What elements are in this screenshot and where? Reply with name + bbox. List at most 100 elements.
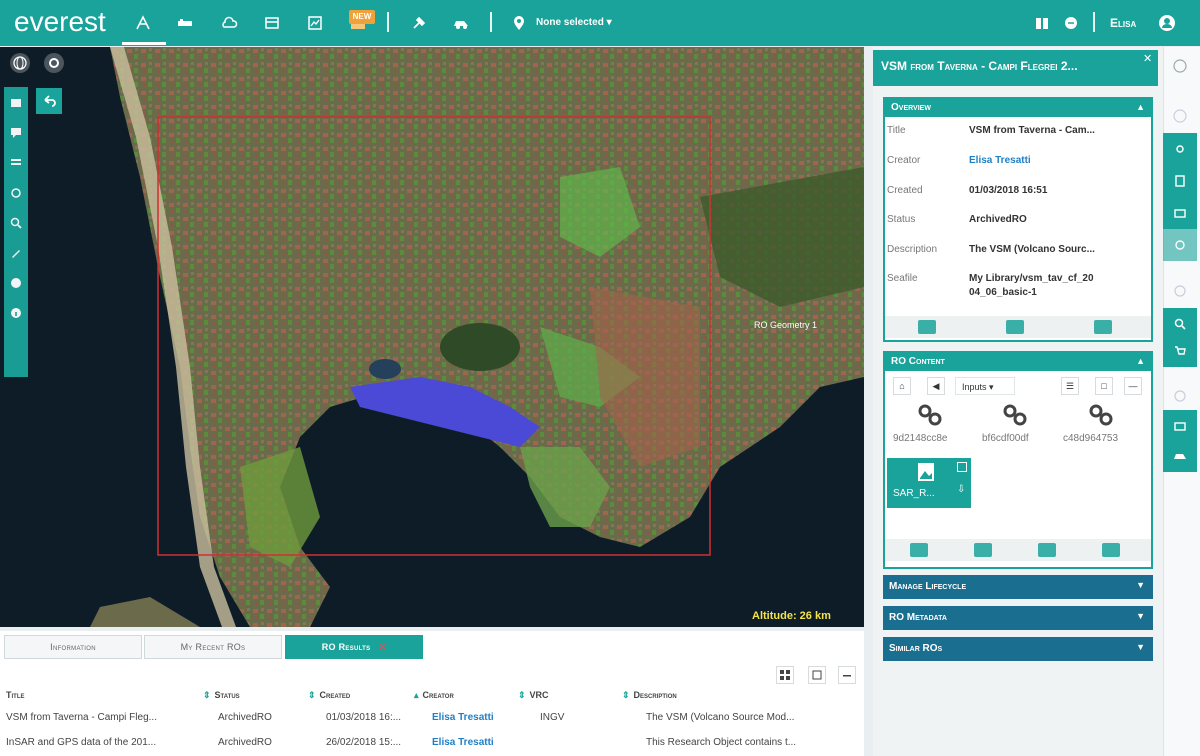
overview-description-value: The VSM (Volcano Sourc... [969,244,1095,255]
undo-icon[interactable] [36,88,62,114]
col-header-title[interactable]: Title [6,690,25,700]
rail-cart-icon[interactable] [1163,335,1197,367]
user-avatar-icon[interactable] [1156,12,1178,34]
zoom-icon[interactable] [8,215,24,231]
minimize-icon[interactable] [838,666,856,684]
copy-icon[interactable] [1006,320,1024,334]
download-icon[interactable]: ⇩ [957,484,965,495]
tab-my-recent-ros[interactable]: My Recent ROs [144,635,282,659]
cell-vrc: INGV [540,712,565,723]
edit-icon[interactable] [974,543,992,557]
rail-vehicle-icon[interactable] [1163,440,1197,472]
comment-icon[interactable] [8,125,24,141]
location-pin-icon[interactable] [508,12,530,34]
select-checkbox[interactable] [957,462,967,472]
close-panel-icon[interactable]: ✕ [1143,52,1152,65]
pencil-icon[interactable] [8,245,24,261]
new-badge: NEW [349,10,375,24]
overview-label: Status [887,214,916,225]
close-tab-icon[interactable]: ✕ [378,642,386,652]
rail-help-icon[interactable] [1163,100,1197,132]
layers-icon[interactable] [8,95,24,111]
link-icon[interactable] [915,402,945,428]
cell-creator[interactable]: Elisa Tresatti [432,712,494,723]
rail-globe-icon[interactable] [1163,50,1197,82]
rail-settings-icon[interactable] [1163,275,1197,307]
tools-icon[interactable] [408,12,430,34]
globe-icon[interactable] [10,53,30,73]
back-icon[interactable]: ◀ [927,377,945,395]
resource-id[interactable]: 9d2148cc8e [893,433,948,444]
sar-resource-label: SAR_R... [893,488,935,499]
list-view-icon[interactable]: ☰ [1061,377,1079,395]
rail-view-icon[interactable] [1163,133,1197,165]
tab-information[interactable]: Information [4,635,142,659]
maximize-icon[interactable]: □ [1095,377,1113,395]
everest-logo[interactable]: everest [14,6,106,38]
map-view[interactable]: RO Geometry 1 Altitude: 26 km [0,47,864,627]
user-name[interactable]: Elisa [1110,16,1136,30]
overview-label: Description [887,244,938,255]
maximize-icon[interactable] [808,666,826,684]
col-header-vrc[interactable]: ⇕ VRC [518,690,549,701]
cell-creator[interactable]: Elisa Tresatti [432,737,494,748]
minimize-icon[interactable]: — [1124,377,1142,395]
active-nav-indicator [122,42,166,45]
ro-content-header[interactable]: RO Content ▲ [885,353,1151,371]
col-header-created[interactable]: ⇕ Created [308,690,350,701]
chat-icon[interactable] [1060,12,1082,34]
link-icon[interactable] [1086,402,1116,428]
rail-info-icon[interactable] [1163,380,1197,412]
vehicle-icon[interactable] [450,12,472,34]
settings-icon[interactable] [44,53,64,73]
overview-created-value: 01/03/2018 16:51 [969,185,1048,196]
overview-seafile-value[interactable]: My Library/vsm_tav_cf_20 [969,273,1094,284]
cell-description: The VSM (Volcano Source Mod... [646,712,795,723]
upload-icon[interactable] [910,543,928,557]
resource-id[interactable]: c48d964753 [1063,433,1118,444]
collapse-icon[interactable]: ▲ [1136,356,1145,366]
collapse-icon[interactable]: ▲ [1136,102,1145,112]
location-selector[interactable]: None selected ▾ [536,17,612,28]
rail-folder-icon[interactable] [1163,197,1197,229]
share-icon[interactable] [1102,543,1120,557]
overview-header[interactable]: Overview ▲ [885,99,1151,117]
grid-view-icon[interactable] [776,666,794,684]
rail-chat-icon[interactable] [1163,229,1197,261]
cloud-icon[interactable] [218,12,240,34]
inputs-dropdown[interactable]: Inputs ▾ [955,377,1015,395]
top-nav-bar: everest NEW None selected ▾ Elisa [0,0,1200,46]
edit-icon[interactable] [918,320,936,334]
tab-ro-results[interactable]: RO Results ✕ [285,635,423,659]
list-icon[interactable] [8,155,24,171]
book-icon[interactable] [1031,12,1053,34]
col-header-status[interactable]: ⇕ Status [203,690,240,701]
resource-id[interactable]: bf6cdf00df [982,433,1029,444]
overview-status-value: ArchivedRO [969,214,1027,225]
globe-small-icon[interactable] [8,275,24,291]
cell-description: This Research Object contains t... [646,737,797,748]
info-icon[interactable] [8,305,24,321]
library-icon[interactable] [261,12,283,34]
col-header-creator[interactable]: ▴ Creator [414,690,454,701]
similar-ros-section[interactable]: Similar ROs ▼ [883,637,1153,661]
col-header-description[interactable]: ⇕ Description [622,690,677,701]
rail-document-icon[interactable] [1163,165,1197,197]
ro-geometry-label: RO Geometry 1 [754,320,818,330]
chart-icon[interactable] [304,12,326,34]
manage-lifecycle-section[interactable]: Manage Lifecycle ▼ [883,575,1153,599]
move-icon[interactable] [1038,543,1056,557]
pencil-action-icon[interactable] [1094,320,1112,334]
link-icon[interactable] [1000,402,1030,428]
overview-seafile-value-cont[interactable]: 04_06_basic-1 [969,287,1037,298]
ro-detail-title: VSM from Taverna - Campi Flegrei 2... [873,50,1158,86]
home-icon[interactable]: ⌂ [893,377,911,395]
ro-metadata-section[interactable]: RO Metadata ▼ [883,606,1153,630]
explore-icon[interactable] [132,12,154,34]
draw-shape-icon[interactable] [8,185,24,201]
sar-resource-tile[interactable]: SAR_R... ⇩ [887,458,971,508]
overview-creator-value[interactable]: Elisa Tresatti [969,155,1031,166]
cell-status: ArchivedRO [218,737,272,748]
satellite-icon[interactable] [174,12,196,34]
rail-mail-icon[interactable] [1163,410,1197,442]
